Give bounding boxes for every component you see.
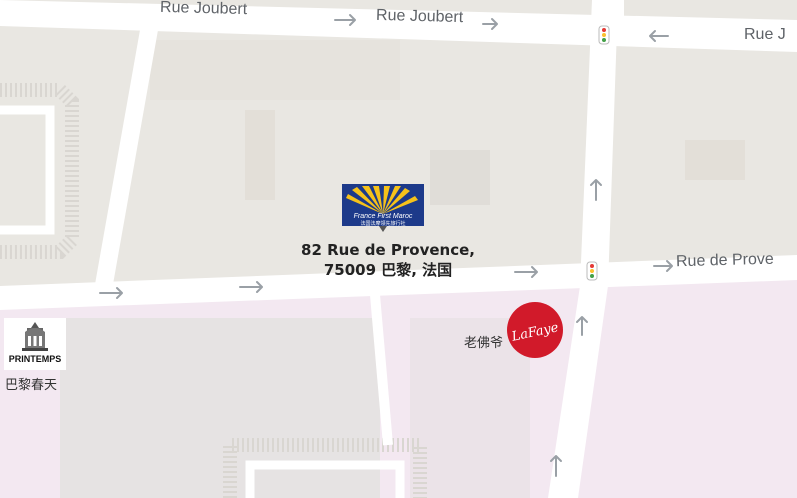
lafayette-label: 老佛爷 (464, 336, 504, 351)
lafayette-logo: LaFaye (509, 320, 560, 345)
street-label-rue-joubert: Rue Joubert (159, 0, 248, 19)
building-block (150, 40, 400, 100)
traffic-light-icon (586, 261, 598, 281)
printemps-label: 巴黎春天 (5, 378, 58, 393)
marker-brand-text: France First Maroc (354, 213, 413, 220)
building-block (245, 110, 275, 200)
printemps-logo: PRINTEMPS (9, 322, 62, 364)
building-block (685, 140, 745, 180)
printemps-poi[interactable]: PRINTEMPS (4, 318, 66, 370)
street-label-rue-joubert: Rue Joubert (375, 6, 464, 27)
printemps-logo-text: PRINTEMPS (9, 354, 62, 364)
address-line-2: 75009 巴黎, 法国 (323, 261, 453, 279)
traffic-light-icon (598, 25, 610, 45)
grey-block-south (60, 318, 380, 498)
building-block (430, 150, 490, 205)
location-marker[interactable]: France First Maroc 法国法摩领先旅行社 (342, 184, 424, 232)
lafayette-logo-text: LaFaye (509, 320, 560, 345)
france-first-maroc-logo: France First Maroc 法国法摩领先旅行社 (342, 184, 424, 232)
street-label-rue-joubert: Rue J (744, 26, 786, 43)
street-label-rue-de-provence: Rue de Prove (675, 250, 775, 271)
address-label: 82 Rue de Provence, 75009 巴黎, 法国 (268, 240, 508, 280)
lafayette-poi[interactable]: LaFaye (507, 302, 563, 358)
address-line-1: 82 Rue de Provence, (301, 241, 475, 259)
marker-brand-subtext: 法国法摩领先旅行社 (360, 220, 405, 227)
